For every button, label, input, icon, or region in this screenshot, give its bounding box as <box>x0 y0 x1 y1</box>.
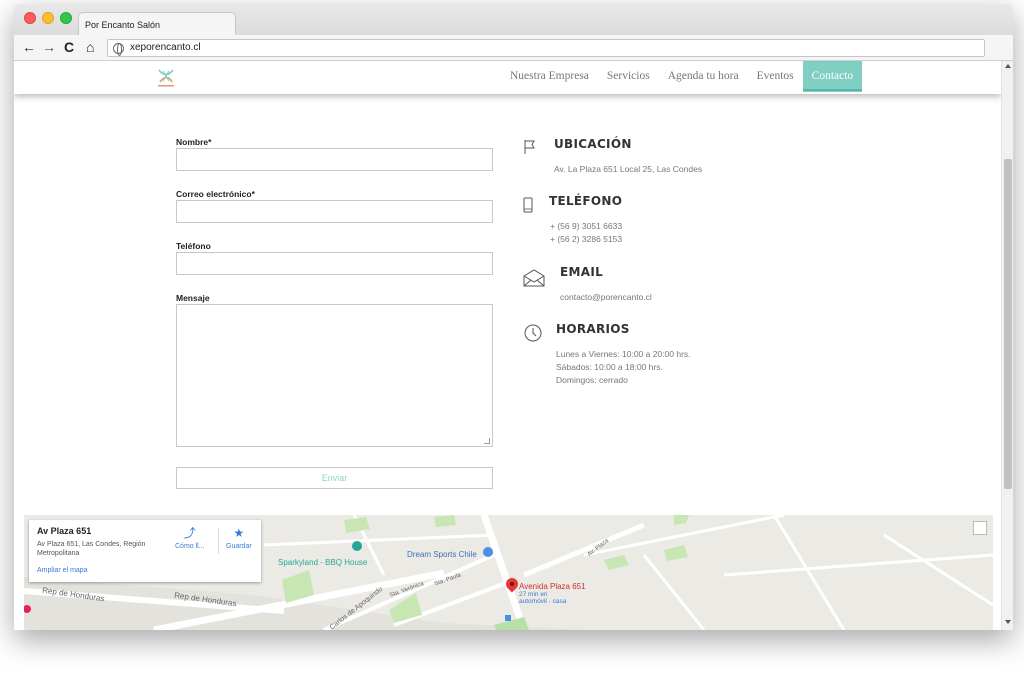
fullscreen-icon[interactable] <box>973 521 987 535</box>
flag-icon <box>524 140 535 154</box>
back-arrow-icon[interactable]: ← <box>22 39 36 55</box>
hours-weekdays: Lunes a Viernes: 10:00 a 20:00 hrs. <box>556 349 691 359</box>
phone-line-1: + (56 9) 3051 6633 <box>550 221 623 231</box>
url-bar[interactable]: xeporencanto.cl <box>107 39 985 57</box>
place-dream-sports[interactable]: Dream Sports Chile <box>407 550 477 559</box>
close-window-icon[interactable] <box>24 12 36 24</box>
map-card-address: Av Plaza 651, Las Condes, Región Metropo… <box>37 541 146 557</box>
scroll-up-icon[interactable] <box>1005 64 1011 68</box>
address-toolbar: ← → C ⌂ xeporencanto.cl <box>14 35 1013 61</box>
envelope-icon <box>523 269 545 287</box>
forward-arrow-icon[interactable]: → <box>42 39 56 55</box>
salon-logo[interactable] <box>151 66 181 90</box>
directions-label: Cómo ll... <box>175 543 205 550</box>
menu-item-servicios[interactable]: Servicios <box>598 61 659 92</box>
map-info-card: Av Plaza 651 Av Plaza 651, Las Condes, R… <box>29 520 261 582</box>
star-icon: ★ <box>233 526 245 540</box>
name-field[interactable] <box>176 148 493 171</box>
minimize-window-icon[interactable] <box>42 12 54 24</box>
hours-title: HORARIOS <box>556 322 630 336</box>
email-address: contacto@porencanto.cl <box>560 292 652 302</box>
globe-icon <box>113 43 124 56</box>
maximize-window-icon[interactable] <box>60 12 72 24</box>
map-card-title: Av Plaza 651 <box>37 526 92 536</box>
main-menu: Nuestra Empresa Servicios Agenda tu hora… <box>501 61 863 92</box>
submit-button[interactable]: Enviar <box>176 467 493 489</box>
browser-window: Por Encanto Salón ← → C ⌂ xeporencanto.c… <box>14 4 1013 630</box>
page-scrollbar[interactable] <box>1001 61 1013 630</box>
hours-saturday: Sábados: 10:00 a 18:00 hrs. <box>556 362 663 372</box>
menu-item-nuestra-empresa[interactable]: Nuestra Empresa <box>501 61 598 92</box>
menu-item-agenda[interactable]: Agenda tu hora <box>659 61 748 92</box>
destination-travel-mode: automóvil - casa <box>519 598 567 605</box>
clock-icon <box>524 324 542 342</box>
phone-icon <box>523 197 533 213</box>
email-label: Correo electrónico* <box>176 189 255 199</box>
reload-icon[interactable]: C <box>64 39 74 55</box>
scroll-down-icon[interactable] <box>1005 620 1011 624</box>
location-address: Av. La Plaza 651 Local 25, Las Condes <box>554 164 703 174</box>
url-text: xeporencanto.cl <box>130 42 201 53</box>
web-page: Nuestra Empresa Servicios Agenda tu hora… <box>14 61 1001 630</box>
destination-travel-time: 27 min en <box>519 591 548 598</box>
name-label: Nombre* <box>176 137 212 147</box>
email-title: EMAIL <box>560 265 604 279</box>
message-textarea[interactable] <box>176 304 493 447</box>
google-map[interactable]: Sparkyland - BBQ House Dream Sports Chil… <box>24 515 993 630</box>
location-title: UBICACIÓN <box>554 137 632 151</box>
directions-button[interactable]: ⤴ Cómo ll... <box>175 526 205 550</box>
phone-label: Teléfono <box>176 241 211 251</box>
message-label: Mensaje <box>176 293 210 303</box>
menu-item-eventos[interactable]: Eventos <box>748 61 803 92</box>
browser-tab[interactable]: Por Encanto Salón <box>78 12 236 36</box>
hours-sunday: Domingos: cerrado <box>556 375 628 385</box>
email-field[interactable] <box>176 200 493 223</box>
phone-field[interactable] <box>176 252 493 275</box>
menu-item-contacto[interactable]: Contacto <box>802 61 863 92</box>
resize-handle-icon[interactable] <box>484 438 490 444</box>
save-label: Guardar <box>226 543 252 550</box>
phone-title: TELÉFONO <box>549 194 623 208</box>
tab-title: Por Encanto Salón <box>85 20 161 30</box>
directions-icon: ⤴ <box>183 526 196 540</box>
save-place-button[interactable]: ★ Guardar <box>226 526 252 550</box>
place-destination[interactable]: Avenida Plaza 651 <box>519 582 586 591</box>
scroll-thumb[interactable] <box>1004 159 1012 489</box>
phone-line-2: + (56 2) 3286 5153 <box>550 234 623 244</box>
enlarge-map-link[interactable]: Ampliar el mapa <box>37 567 88 574</box>
place-sparkyland[interactable]: Sparkyland - BBQ House <box>278 558 367 567</box>
home-icon[interactable]: ⌂ <box>86 39 94 55</box>
map-card-divider <box>218 528 219 554</box>
site-header: Nuestra Empresa Servicios Agenda tu hora… <box>14 61 1001 94</box>
tab-strip: Por Encanto Salón <box>14 4 1013 36</box>
